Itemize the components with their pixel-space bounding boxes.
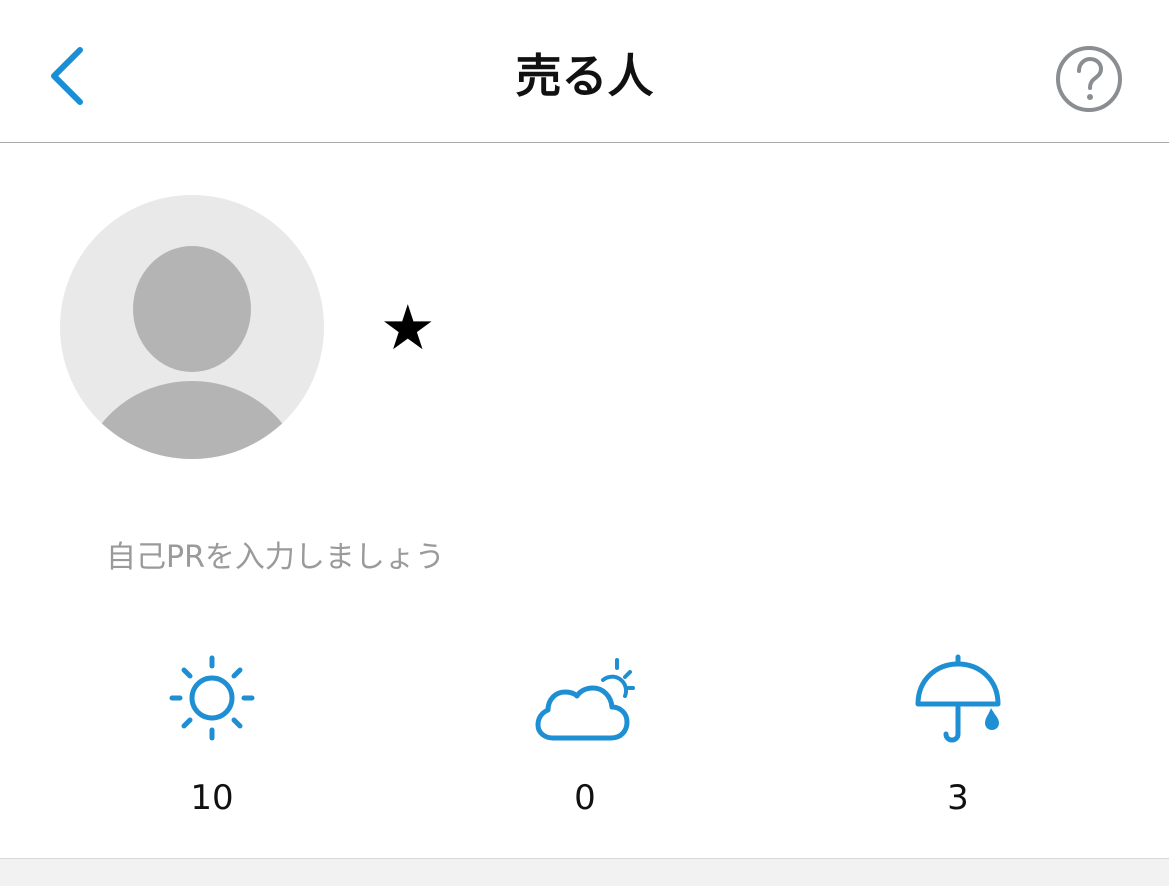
user-placeholder-icon xyxy=(60,195,324,459)
avatar[interactable] xyxy=(60,195,324,459)
navigation-bar: 売る人 xyxy=(0,0,1169,143)
umbrella-icon xyxy=(915,654,1001,743)
bottom-section-divider xyxy=(0,858,1169,886)
evaluation-bad-count: 3 xyxy=(947,778,969,818)
evaluation-good-count: 10 xyxy=(190,778,234,818)
chevron-left-icon xyxy=(51,47,83,105)
evaluation-good[interactable]: 10 xyxy=(142,652,282,818)
self-pr-field[interactable]: 自己PRを入力しましょう xyxy=(106,536,445,580)
cloud-sun-icon xyxy=(535,658,635,741)
question-circle-icon xyxy=(1056,46,1122,112)
help-button[interactable] xyxy=(1052,42,1126,116)
seller-profile-screen: 売る人 ★ 自己PRを入力しましょう 10 0 3 xyxy=(0,0,1169,886)
sun-icon xyxy=(169,655,255,741)
evaluation-normal-count: 0 xyxy=(574,778,596,818)
rating-star: ★ xyxy=(380,291,436,364)
back-button[interactable] xyxy=(36,38,100,114)
page-title: 売る人 xyxy=(515,49,654,103)
evaluation-normal[interactable]: 0 xyxy=(515,652,655,818)
evaluation-bad[interactable]: 3 xyxy=(888,652,1028,818)
